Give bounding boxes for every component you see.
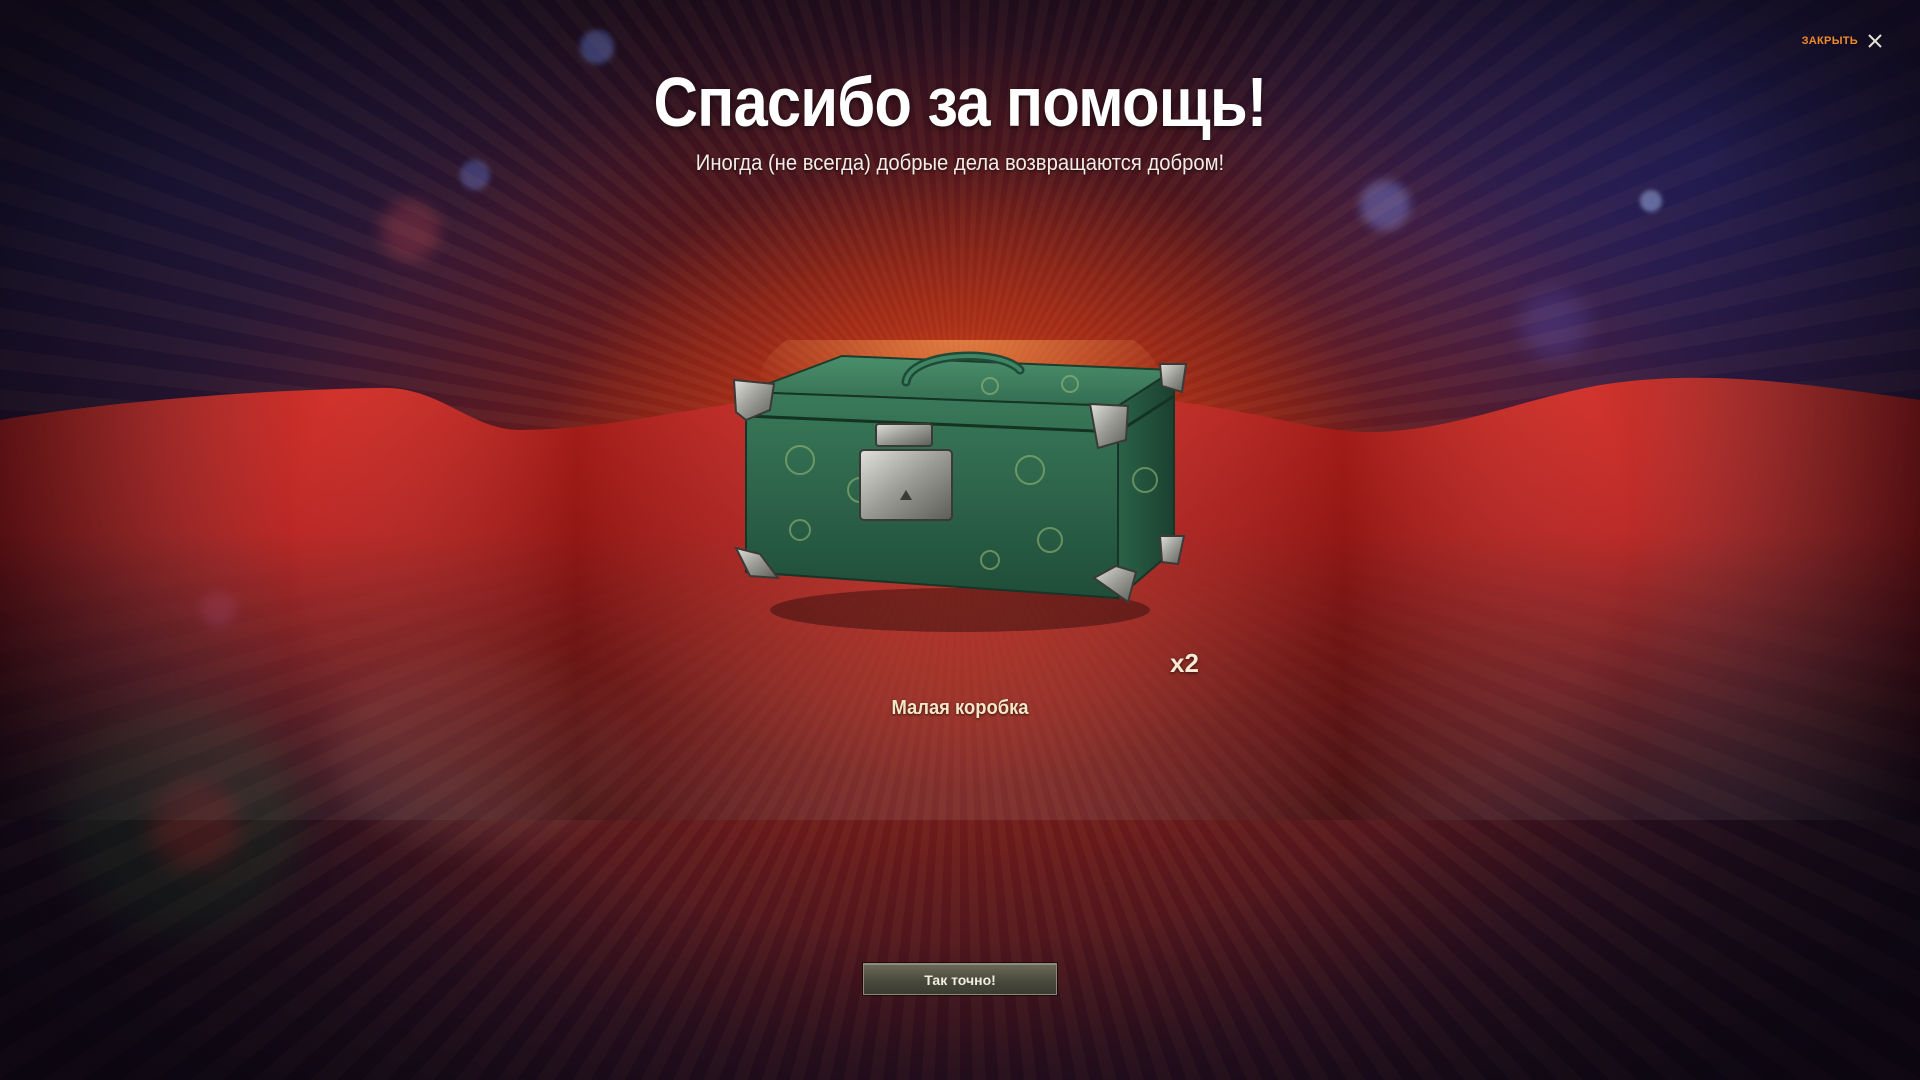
bokeh-light bbox=[150, 780, 240, 870]
reward-name: Малая коробка bbox=[891, 697, 1029, 719]
reward-item bbox=[730, 340, 1190, 640]
bokeh-light bbox=[60, 700, 300, 940]
page-subtitle: Иногда (не всегда) добрые дела возвращаю… bbox=[695, 150, 1225, 175]
close-icon bbox=[1868, 34, 1882, 48]
close-label: ЗАКРЫТЬ bbox=[1801, 35, 1858, 47]
bokeh-light bbox=[330, 650, 630, 850]
reward-screen: ЗАКРЫТЬ Спасибо за помощь! Иногда (не вс… bbox=[0, 0, 1920, 1080]
gift-box-icon bbox=[732, 340, 1188, 632]
close-button[interactable]: ЗАКРЫТЬ bbox=[1802, 34, 1882, 48]
page-title: Спасибо за помощь! bbox=[653, 63, 1268, 141]
reward-count: x2 bbox=[1170, 648, 1199, 678]
confirm-button[interactable]: Так точно! bbox=[863, 963, 1057, 995]
